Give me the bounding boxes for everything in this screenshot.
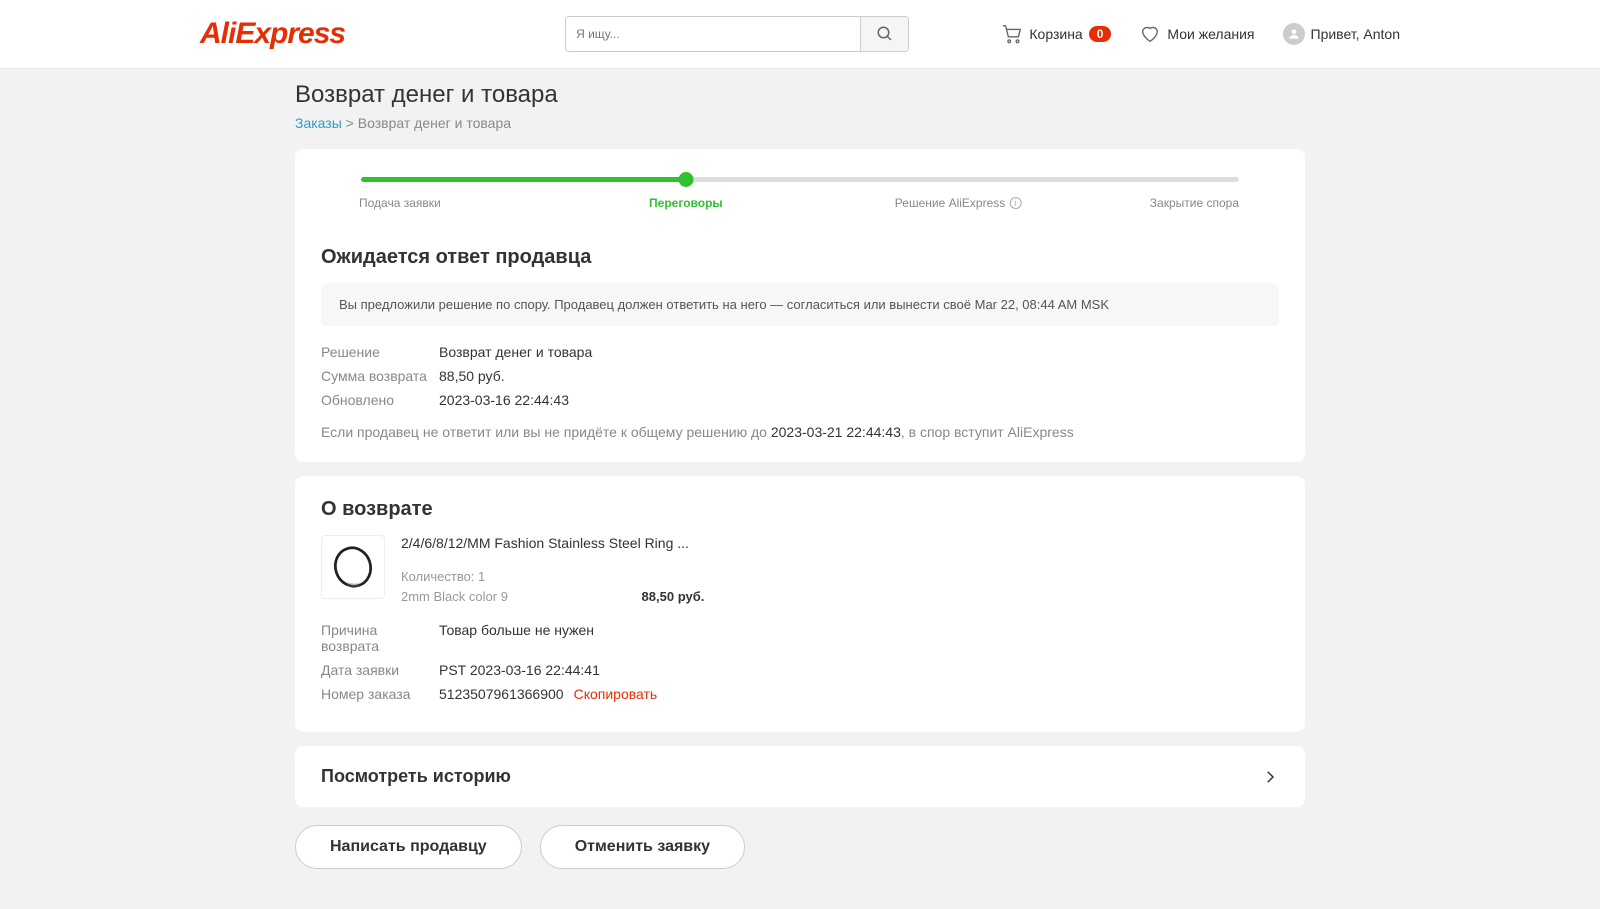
site-header: AliExpress Корзина 0 Мои желания Привет,: [0, 0, 1600, 69]
wishlist-label: Мои желания: [1167, 26, 1254, 42]
updated-label: Обновлено: [321, 392, 439, 408]
account-link[interactable]: Привет, Anton: [1283, 23, 1401, 45]
request-date-label: Дата заявки: [321, 662, 439, 678]
reason-label: Причина возврата: [321, 622, 439, 654]
info-icon[interactable]: i: [1009, 197, 1021, 209]
logo[interactable]: AliExpress: [200, 17, 345, 51]
breadcrumb-current: Возврат денег и товара: [358, 115, 511, 131]
avatar-icon: [1283, 23, 1305, 45]
product-price: 88,50 руб.: [642, 589, 705, 604]
progress-tracker: Подача заявки Переговоры Решение AliExpr…: [361, 177, 1239, 212]
cart-icon: [1001, 23, 1023, 45]
breadcrumb: Заказы > Возврат денег и товара: [295, 115, 1305, 131]
chevron-right-icon: [1261, 768, 1279, 786]
amount-value: 88,50 руб.: [439, 368, 505, 384]
svg-text:2mm: 2mm: [347, 582, 360, 588]
product-qty: Количество: 1: [401, 569, 485, 584]
escalation-note: Если продавец не ответит или вы не придё…: [321, 424, 1279, 440]
action-bar: Написать продавцу Отменить заявку: [295, 825, 1305, 869]
greeting-label: Привет, Anton: [1311, 26, 1401, 42]
dispute-status-card: Подача заявки Переговоры Решение AliExpr…: [295, 149, 1305, 462]
progress-step-negotiation: Переговоры: [649, 196, 723, 210]
product-image[interactable]: 2mm: [321, 535, 385, 599]
product-title[interactable]: 2/4/6/8/12/MM Fashion Stainless Steel Ri…: [401, 535, 1279, 551]
breadcrumb-orders-link[interactable]: Заказы: [295, 115, 342, 131]
about-heading: О возврате: [321, 498, 1279, 521]
progress-step-decision: Решение AliExpress i: [895, 196, 1021, 210]
cart-badge: 0: [1089, 26, 1112, 42]
heart-icon: [1139, 23, 1161, 45]
status-notice: Вы предложили решение по спору. Продавец…: [321, 283, 1279, 326]
product-variant: 2mm Black color 9: [401, 589, 508, 604]
search-box: [565, 16, 909, 52]
wishlist-link[interactable]: Мои желания: [1139, 23, 1254, 45]
progress-step-submit: Подача заявки: [359, 196, 441, 212]
return-details-card: О возврате 2mm 2/4/6/8/12/MM Fashion Sta…: [295, 476, 1305, 732]
request-date-value: PST 2023-03-16 22:44:41: [439, 662, 600, 678]
progress-step-close: Закрытие спора: [1150, 196, 1239, 212]
cancel-request-button[interactable]: Отменить заявку: [540, 825, 745, 869]
ring-icon: 2mm: [330, 544, 376, 590]
order-number-value: 5123507961366900: [439, 686, 564, 702]
view-history-button[interactable]: Посмотреть историю: [295, 746, 1305, 807]
decision-label: Решение: [321, 344, 439, 360]
search-button[interactable]: [860, 17, 908, 51]
status-heading: Ожидается ответ продавца: [321, 246, 1279, 269]
reason-value: Товар больше не нужен: [439, 622, 594, 654]
cart-link[interactable]: Корзина 0: [1001, 23, 1111, 45]
search-input[interactable]: [566, 17, 860, 51]
message-seller-button[interactable]: Написать продавцу: [295, 825, 522, 869]
decision-value: Возврат денег и товара: [439, 344, 592, 360]
order-number-label: Номер заказа: [321, 686, 439, 702]
updated-value: 2023-03-16 22:44:43: [439, 392, 569, 408]
copy-order-link[interactable]: Скопировать: [574, 686, 658, 702]
search-icon: [876, 25, 894, 43]
history-label: Посмотреть историю: [321, 766, 511, 787]
page-title: Возврат денег и товара: [295, 81, 1305, 109]
cart-label: Корзина: [1029, 26, 1082, 42]
amount-label: Сумма возврата: [321, 368, 439, 384]
